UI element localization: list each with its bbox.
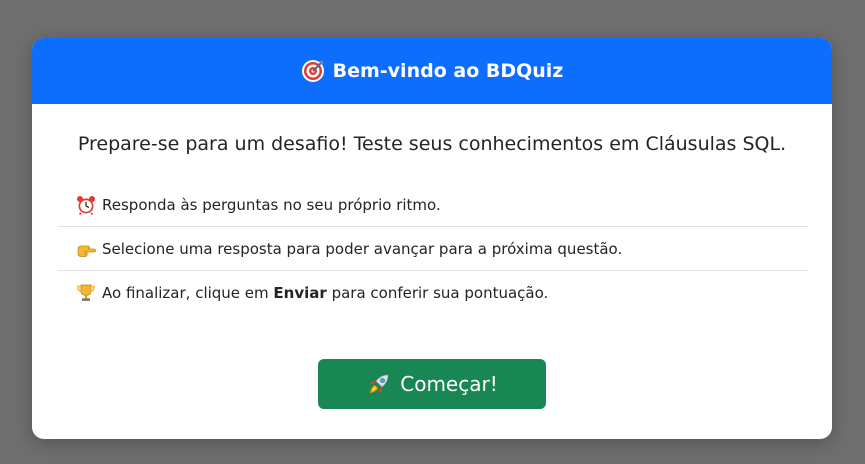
- trophy-icon: [76, 283, 96, 303]
- rule-text-pace: Responda às perguntas no seu próprio rit…: [102, 195, 441, 214]
- rules-list: Responda às perguntas no seu próprio rit…: [58, 183, 808, 314]
- pointing-hand-icon: [76, 239, 96, 259]
- modal-title: Bem-vindo ao BDQuiz: [301, 59, 564, 83]
- rule-text-select: Selecione uma resposta para poder avança…: [102, 239, 623, 258]
- modal-header: Bem-vindo ao BDQuiz: [32, 38, 832, 104]
- target-icon: [301, 59, 325, 83]
- alarm-clock-icon: [76, 195, 96, 215]
- start-button[interactable]: Começar!: [318, 359, 546, 409]
- submit-keyword: Enviar: [273, 283, 327, 302]
- welcome-modal: Bem-vindo ao BDQuiz Prepare-se para um d…: [32, 38, 832, 439]
- rule-text-submit: Ao finalizar, clique em Enviar para conf…: [102, 283, 549, 302]
- modal-title-text: Bem-vindo ao BDQuiz: [332, 60, 564, 82]
- intro-text: Prepare-se para um desafio! Teste seus c…: [77, 133, 787, 155]
- rule-item-pace: Responda às perguntas no seu próprio rit…: [58, 183, 808, 227]
- rule-item-select: Selecione uma resposta para poder avança…: [58, 227, 808, 271]
- start-button-label: Começar!: [400, 372, 498, 396]
- rocket-icon: [366, 371, 392, 397]
- rule-item-submit: Ao finalizar, clique em Enviar para conf…: [58, 271, 808, 314]
